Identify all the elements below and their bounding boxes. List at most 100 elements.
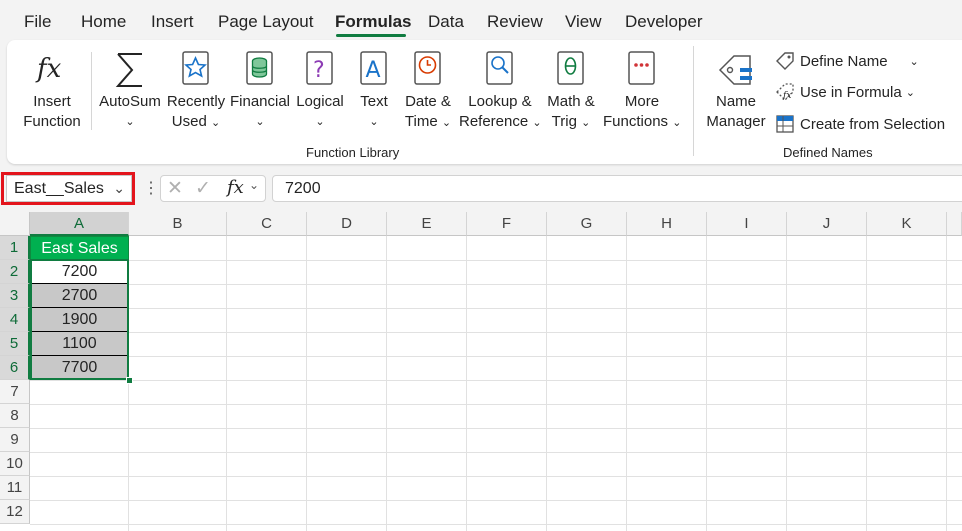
more-options-icon[interactable]: ⋮	[143, 178, 159, 198]
lookup-reference-button[interactable]: Lookup & Reference ⌄	[459, 40, 542, 140]
column-header-b[interactable]: B	[129, 212, 227, 236]
defined-names-group-label: Defined Names	[783, 145, 873, 160]
fx-tag-icon: fx	[776, 83, 794, 101]
autosum-button[interactable]: AutoSum ⌄	[97, 40, 163, 140]
formula-input[interactable]: 7200	[272, 175, 962, 202]
column-header-a[interactable]: A	[30, 212, 129, 236]
recently-used-button[interactable]: Recently Used ⌄	[165, 40, 227, 140]
gridline	[30, 524, 962, 525]
insert-function-label: Insert	[33, 93, 71, 110]
row-header-2[interactable]: 2	[0, 260, 30, 284]
row-header-3[interactable]: 3	[0, 284, 30, 308]
text-book-icon: A	[360, 51, 387, 85]
logical-label: Logical	[296, 93, 344, 110]
column-header-f[interactable]: F	[467, 212, 547, 236]
define-name-label: Define Name	[800, 52, 888, 70]
create-from-selection-label: Create from Selection	[800, 115, 946, 133]
tab-review[interactable]: Review	[487, 12, 543, 32]
chevron-down-icon[interactable]: ⌄	[249, 178, 259, 192]
formula-bar: East__Sales ⌄ ⋮ ✕ ✓ fx ⌄ 7200	[0, 172, 962, 206]
use-in-formula-button[interactable]: fx Use in Formula ⌄	[775, 81, 915, 103]
chevron-down-icon: ⌄	[210, 117, 221, 129]
more-functions-label: More	[624, 93, 660, 110]
column-header-l[interactable]	[947, 212, 962, 236]
math-trig-label-2: Trig	[551, 113, 577, 130]
chevron-down-icon: ⌄	[125, 116, 135, 128]
gridline	[30, 332, 962, 333]
chevron-down-icon: ⌄	[672, 117, 682, 129]
enter-check-icon[interactable]: ✓	[195, 177, 211, 200]
column-header-j[interactable]: J	[787, 212, 867, 236]
row-header-10[interactable]: 10	[0, 452, 30, 476]
name-box-highlight	[1, 172, 135, 205]
formula-buttons: ✕ ✓ fx ⌄	[160, 175, 266, 202]
tab-page-layout[interactable]: Page Layout	[218, 12, 313, 32]
logical-button[interactable]: ? Logical ⌄	[291, 40, 349, 140]
row-header-1[interactable]: 1	[0, 236, 30, 260]
date-time-label: Date &	[405, 93, 451, 110]
select-all-corner[interactable]	[0, 212, 30, 236]
gridline	[30, 500, 962, 501]
chevron-down-icon: ⌄	[581, 117, 591, 129]
more-functions-label-2: Functions	[603, 113, 669, 130]
column-header-k[interactable]: K	[867, 212, 947, 236]
date-time-button[interactable]: Date & Time ⌄	[401, 40, 455, 140]
column-header-i[interactable]: I	[707, 212, 787, 236]
column-header-c[interactable]: C	[227, 212, 307, 236]
tab-home[interactable]: Home	[81, 12, 126, 32]
worksheet-grid[interactable]: A B C D E F G H I J K 1 2 3 4 5 6 7 8 9 …	[0, 212, 962, 531]
row-header-7[interactable]: 7	[0, 380, 30, 404]
use-in-formula-label: Use in Formula	[800, 83, 902, 101]
recently-used-label-2: Used	[171, 113, 207, 130]
column-header-g[interactable]: G	[547, 212, 627, 236]
more-functions-button[interactable]: More Functions ⌄	[603, 40, 681, 140]
row-header-6[interactable]: 6	[0, 356, 30, 380]
gridline	[626, 236, 627, 531]
autosum-label: AutoSum	[99, 93, 161, 110]
svg-text:fx: fx	[782, 91, 791, 101]
svg-text:fx: fx	[35, 54, 62, 84]
row-header-8[interactable]: 8	[0, 404, 30, 428]
name-manager-button[interactable]: Name Manager	[701, 40, 771, 140]
tab-file[interactable]: File	[24, 12, 51, 32]
fill-handle[interactable]	[126, 377, 133, 384]
column-header-h[interactable]: H	[627, 212, 707, 236]
chevron-down-icon: ⌄	[315, 116, 325, 128]
insert-function-label-2: Function	[23, 113, 81, 130]
theta-book-icon	[557, 51, 584, 85]
active-tab-indicator	[336, 34, 406, 37]
text-button[interactable]: A Text ⌄	[351, 40, 397, 140]
gridline	[30, 380, 962, 381]
star-book-icon	[182, 51, 209, 85]
gridline	[30, 404, 962, 405]
row-header-5[interactable]: 5	[0, 332, 30, 356]
create-from-selection-button[interactable]: Create from Selection	[775, 113, 945, 135]
tab-data[interactable]: Data	[428, 12, 464, 32]
more-book-icon	[628, 51, 655, 85]
text-label: Text	[360, 93, 388, 110]
financial-button[interactable]: Financial ⌄	[229, 40, 291, 140]
cancel-icon[interactable]: ✕	[167, 177, 183, 200]
ribbon-separator	[91, 52, 92, 130]
ribbon-separator	[693, 46, 694, 156]
tab-formulas[interactable]: Formulas	[335, 12, 412, 32]
row-header-12[interactable]: 12	[0, 500, 30, 524]
insert-function-button[interactable]: fx Insert Function	[17, 40, 87, 140]
gridline	[30, 428, 962, 429]
insert-function-icon[interactable]: fx	[227, 177, 244, 198]
column-header-e[interactable]: E	[387, 212, 467, 236]
cell-a1[interactable]: East Sales	[30, 236, 129, 260]
row-header-4[interactable]: 4	[0, 308, 30, 332]
math-trig-button[interactable]: Math & Trig ⌄	[543, 40, 599, 140]
column-header-d[interactable]: D	[307, 212, 387, 236]
gridline	[226, 236, 227, 531]
define-name-button[interactable]: Define Name ⌄	[775, 50, 919, 72]
gridline	[466, 236, 467, 531]
tab-insert[interactable]: Insert	[151, 12, 194, 32]
tab-view[interactable]: View	[565, 12, 602, 32]
tab-developer[interactable]: Developer	[625, 12, 703, 32]
gridline	[706, 236, 707, 531]
row-header-9[interactable]: 9	[0, 428, 30, 452]
gridline	[786, 236, 787, 531]
row-header-11[interactable]: 11	[0, 476, 30, 500]
